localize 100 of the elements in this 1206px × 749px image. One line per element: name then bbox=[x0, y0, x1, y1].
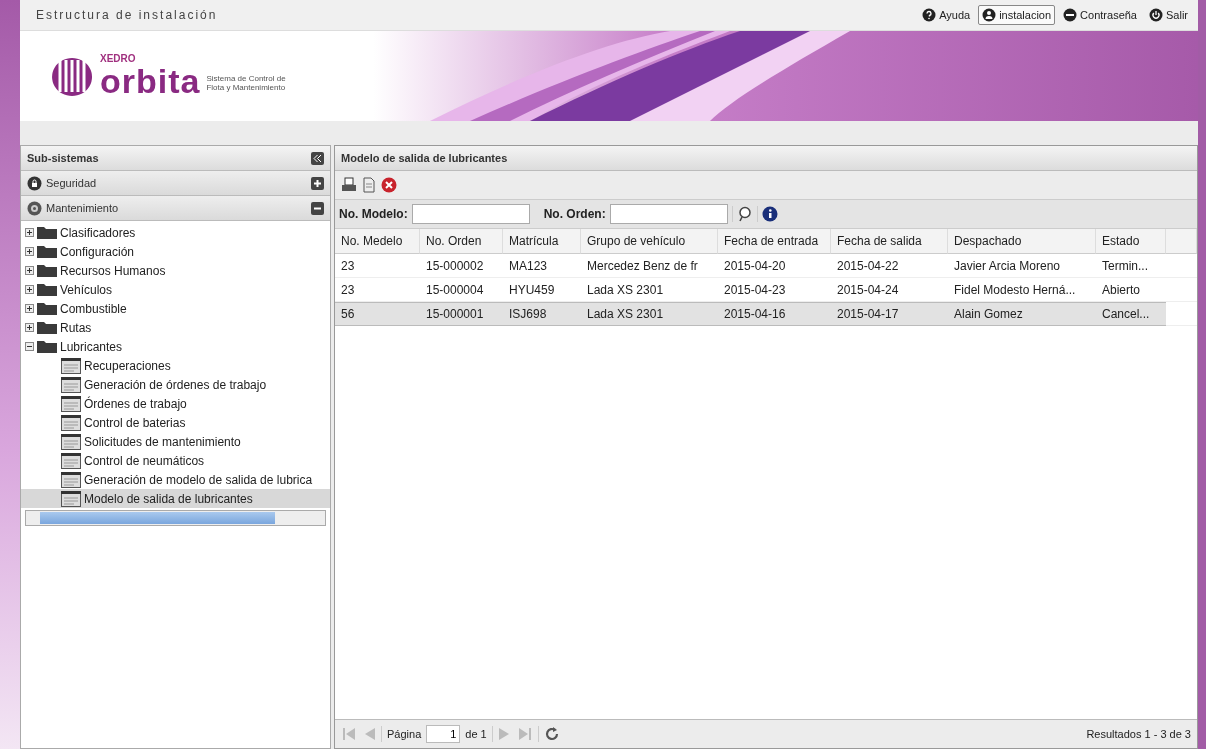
panel-title: Modelo de salida de lubricantes bbox=[341, 152, 508, 164]
tree-item[interactable]: Control de baterias bbox=[21, 413, 330, 432]
expand-icon[interactable] bbox=[25, 323, 34, 332]
column-header[interactable]: No. Medelo bbox=[335, 229, 420, 254]
folder-icon bbox=[37, 283, 57, 296]
close-icon bbox=[381, 177, 397, 193]
page-field[interactable]: 1 bbox=[426, 725, 461, 743]
edit-button[interactable] bbox=[361, 177, 377, 193]
column-header[interactable]: Matrícula bbox=[503, 229, 581, 254]
column-header[interactable]: Despachado bbox=[948, 229, 1096, 254]
tree-item[interactable]: Solicitudes de mantenimiento bbox=[21, 432, 330, 451]
header-link[interactable]: Ayuda bbox=[918, 5, 975, 25]
tree-item[interactable]: Configuración bbox=[21, 242, 330, 261]
filter-field[interactable] bbox=[411, 204, 530, 224]
table-cell: 2015-04-16 bbox=[718, 302, 831, 326]
results-count: Resultados 1 - 3 de 3 bbox=[1086, 728, 1191, 740]
search-button[interactable] bbox=[736, 206, 753, 222]
table-cell: Cancel... bbox=[1096, 302, 1166, 326]
folder-icon bbox=[37, 226, 57, 239]
info-button[interactable] bbox=[761, 206, 778, 222]
folder-icon bbox=[37, 264, 57, 277]
folder-icon bbox=[37, 302, 57, 315]
section-label: Seguridad bbox=[46, 177, 98, 189]
collapse-button[interactable] bbox=[311, 201, 324, 215]
plus-icon bbox=[313, 178, 322, 188]
logo-icon bbox=[50, 56, 94, 96]
refresh-button[interactable] bbox=[543, 726, 560, 742]
filter-label: No. Orden: bbox=[543, 207, 606, 221]
tagline: Flota y Mantenimiento bbox=[206, 83, 286, 92]
tree-item[interactable]: Generación de órdenes de trabajo bbox=[21, 375, 330, 394]
last-page-icon bbox=[516, 726, 533, 742]
refresh-icon bbox=[543, 726, 560, 742]
column-header[interactable]: Grupo de vehículo bbox=[581, 229, 718, 254]
search-icon bbox=[736, 206, 753, 222]
tree-item[interactable]: Vehículos bbox=[21, 280, 330, 299]
collapse-icon[interactable] bbox=[25, 342, 34, 351]
expand-button[interactable] bbox=[311, 176, 324, 190]
table-cell: 56 bbox=[335, 302, 420, 326]
printer-icon bbox=[341, 177, 357, 193]
print-button[interactable] bbox=[341, 177, 357, 193]
gear-icon bbox=[27, 200, 42, 216]
page-title: Estructura de instalación bbox=[36, 8, 218, 22]
column-header[interactable]: Fecha de salida bbox=[831, 229, 948, 254]
page-label: Página bbox=[387, 728, 422, 740]
expand-icon[interactable] bbox=[25, 304, 34, 313]
expand-icon[interactable] bbox=[25, 228, 34, 237]
lock-icon bbox=[27, 175, 42, 191]
power-icon bbox=[1149, 8, 1163, 22]
header-link[interactable]: Contraseña bbox=[1059, 5, 1141, 25]
form-icon bbox=[61, 452, 81, 469]
help-icon bbox=[922, 8, 937, 22]
tree-item[interactable]: Recuperaciones bbox=[21, 356, 330, 375]
tagline: Sistema de Control de bbox=[206, 74, 286, 83]
document-icon bbox=[361, 177, 377, 193]
folder-icon bbox=[37, 321, 57, 334]
tree-item[interactable]: Lubricantes bbox=[21, 337, 330, 356]
header-link[interactable]: instalacion bbox=[978, 5, 1056, 25]
tree-item[interactable]: Control de neumáticos bbox=[21, 451, 330, 470]
product-name: orbita bbox=[100, 64, 201, 98]
collapse-button[interactable] bbox=[311, 151, 324, 165]
header-link[interactable]: Salir bbox=[1145, 5, 1192, 25]
form-icon bbox=[61, 490, 81, 507]
tree-item[interactable]: Generación de modelo de salida de lubrica bbox=[21, 470, 330, 489]
expand-icon[interactable] bbox=[25, 285, 34, 294]
table-cell: Alain Gomez bbox=[948, 302, 1096, 326]
tree-item[interactable]: Recursos Humanos bbox=[21, 261, 330, 280]
info-icon bbox=[761, 206, 778, 222]
form-icon bbox=[61, 433, 81, 450]
form-icon bbox=[61, 414, 81, 431]
tree-item[interactable]: Clasificadores bbox=[21, 223, 330, 242]
form-icon bbox=[61, 471, 81, 488]
column-header[interactable]: Estado bbox=[1096, 229, 1166, 254]
page-count: de 1 bbox=[465, 728, 487, 740]
horizontal-scrollbar[interactable] bbox=[25, 510, 326, 526]
filter-field[interactable] bbox=[609, 204, 728, 224]
section-header[interactable]: Seguridad bbox=[21, 171, 330, 196]
expand-icon[interactable] bbox=[25, 266, 34, 275]
table-cell: 15-000001 bbox=[420, 302, 503, 326]
tree-item[interactable]: Órdenes de trabajo bbox=[21, 394, 330, 413]
brand-name: XEDRO bbox=[100, 54, 137, 64]
filter-label: No. Modelo: bbox=[339, 207, 408, 221]
folder-icon bbox=[37, 245, 57, 258]
tree-item[interactable]: Modelo de salida de lubricantes bbox=[21, 489, 330, 508]
first-page-icon bbox=[341, 726, 357, 742]
table-cell: Lada XS 2301 bbox=[581, 302, 718, 326]
tree-item[interactable]: Rutas bbox=[21, 318, 330, 337]
expand-icon[interactable] bbox=[25, 247, 34, 256]
tree-item[interactable]: Combustible bbox=[21, 299, 330, 318]
table-cell: ISJ698 bbox=[503, 302, 581, 326]
user-icon bbox=[982, 8, 997, 22]
form-icon bbox=[61, 376, 81, 393]
table-cell: 2015-04-17 bbox=[831, 302, 948, 326]
folder-icon bbox=[37, 340, 57, 353]
section-header[interactable]: Mantenimiento bbox=[21, 196, 330, 221]
form-icon bbox=[61, 357, 81, 374]
sidebar-title: Sub-sistemas bbox=[27, 152, 99, 164]
double-chevron-icon bbox=[313, 153, 322, 163]
delete-button[interactable] bbox=[381, 177, 397, 193]
column-header[interactable]: No. Orden bbox=[420, 229, 503, 254]
column-header[interactable]: Fecha de entrada bbox=[718, 229, 831, 254]
